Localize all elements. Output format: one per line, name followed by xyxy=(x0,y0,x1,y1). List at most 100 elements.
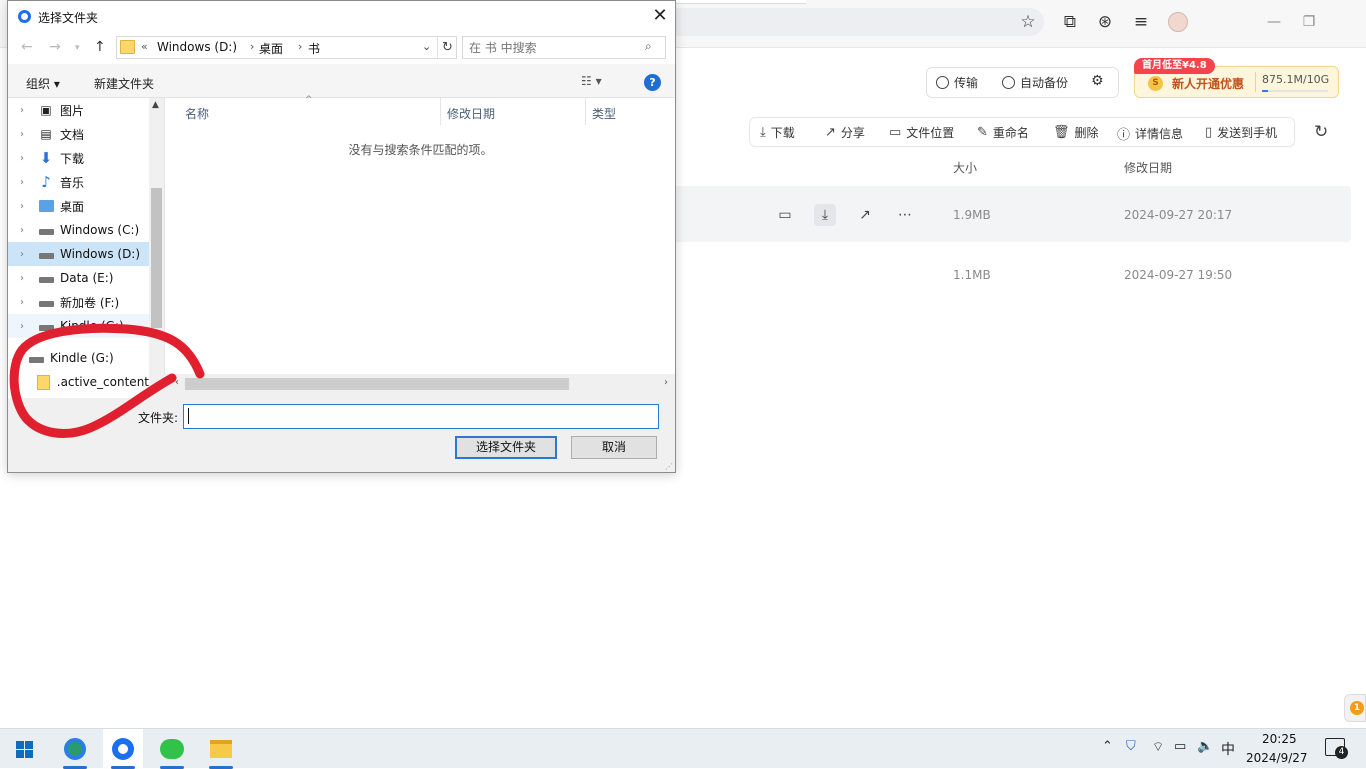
shield-icon[interactable]: ⛉ xyxy=(1126,739,1136,754)
delete-button[interactable]: 🗑 删除 xyxy=(1053,124,1099,141)
taskbar-wechat[interactable] xyxy=(152,729,192,769)
auto-backup-button[interactable]: 自动备份 xyxy=(1002,74,1068,91)
scrollbar-thumb[interactable] xyxy=(151,188,162,328)
column-modified[interactable]: 修改日期 xyxy=(1124,159,1172,176)
restore-icon[interactable]: ❐ xyxy=(1299,12,1319,32)
taskbar-baidu-netdisk[interactable] xyxy=(103,729,143,769)
transfer-button[interactable]: 传输 xyxy=(936,74,978,91)
chevron-right-icon[interactable]: › xyxy=(20,129,34,140)
tree-item-desktop[interactable]: › 桌面 xyxy=(8,194,149,218)
download-icon[interactable]: ⤓ xyxy=(814,204,836,226)
extensions-icon[interactable]: ⧉ xyxy=(1058,10,1082,34)
minimize-icon[interactable]: — xyxy=(1264,12,1284,32)
chevron-right-icon[interactable]: › xyxy=(20,273,34,284)
scroll-left-icon[interactable]: ‹ xyxy=(175,377,179,388)
file-location-button[interactable]: ▭ 文件位置 xyxy=(889,124,954,141)
download-button[interactable]: ⤓ 下载 xyxy=(760,124,795,141)
horizontal-scrollbar[interactable]: ‹ › xyxy=(173,376,675,392)
tree-item-kindle[interactable]: ⌄ Kindle (G:) xyxy=(8,346,149,370)
view-options-icon[interactable]: ☷ ▾ xyxy=(581,74,602,88)
chevron-right-icon[interactable]: › xyxy=(20,225,34,236)
tree-item-drive-f[interactable]: › 新加卷 (F:) xyxy=(8,290,149,314)
chevron-right-icon[interactable]: › xyxy=(20,153,34,164)
scroll-right-icon[interactable]: › xyxy=(664,377,668,388)
folder-name-input[interactable] xyxy=(183,404,659,429)
back-icon[interactable]: ← xyxy=(21,39,33,55)
column-modified[interactable]: 修改日期 xyxy=(441,98,586,125)
refresh-icon[interactable]: ↻ xyxy=(1314,122,1328,142)
taskbar-edge[interactable] xyxy=(55,729,95,769)
chevron-right-icon[interactable]: › xyxy=(20,105,34,116)
star-icon[interactable]: ☆ xyxy=(1016,10,1040,34)
send-to-phone-button[interactable]: ▯ 发送到手机 xyxy=(1205,124,1277,141)
chevron-right-icon[interactable]: › xyxy=(20,201,34,212)
wifi-icon[interactable]: ⌔ xyxy=(1152,739,1164,755)
column-type[interactable]: 类型 xyxy=(586,98,676,125)
tree-item-documents[interactable]: › ▤ 文档 xyxy=(8,122,149,146)
search-box[interactable]: ⌕ xyxy=(462,36,666,59)
taskbar-file-explorer[interactable] xyxy=(201,729,241,769)
breadcrumb-item[interactable]: 书 xyxy=(308,40,320,57)
forward-icon[interactable]: → xyxy=(49,39,61,55)
select-folder-button[interactable]: 选择文件夹 xyxy=(455,436,557,459)
share-icon[interactable]: ↗ xyxy=(854,204,876,226)
side-notification[interactable]: 1 xyxy=(1344,694,1366,722)
help-icon[interactable]: ? xyxy=(644,74,661,91)
up-icon[interactable]: ↑ xyxy=(94,39,106,55)
chevron-right-icon[interactable]: › xyxy=(20,321,34,332)
chevron-right-icon[interactable]: › xyxy=(250,40,254,53)
more-icon[interactable]: ⋯ xyxy=(894,204,916,226)
table-row[interactable] xyxy=(660,186,1351,242)
close-icon[interactable]: ✕ xyxy=(648,5,672,27)
column-size[interactable]: 大小 xyxy=(953,159,977,176)
tree-item-downloads[interactable]: › ⬇ 下载 xyxy=(8,146,149,170)
scrollbar-thumb[interactable] xyxy=(185,378,569,390)
breadcrumb-overflow[interactable]: « xyxy=(141,40,148,53)
recent-locations-icon[interactable]: ▾ xyxy=(75,43,80,53)
menu-icon[interactable]: ≡ xyxy=(1129,10,1153,34)
chevron-up-icon[interactable]: ⌃ xyxy=(1102,739,1113,754)
ime-indicator[interactable]: 中 xyxy=(1221,739,1235,759)
clock-time[interactable]: 20:25 xyxy=(1262,732,1297,746)
resize-grip-icon[interactable]: ⋰ xyxy=(665,462,673,471)
organize-button[interactable]: 组织 ▾ xyxy=(26,75,60,92)
new-folder-button[interactable]: 新建文件夹 xyxy=(94,75,154,92)
tree-item-drive-c[interactable]: › Windows (C:) xyxy=(8,218,149,242)
dialog-titlebar[interactable]: 选择文件夹 ✕ xyxy=(8,1,675,32)
tree-scrollbar[interactable]: ▲ xyxy=(149,98,164,398)
browser-tab[interactable] xyxy=(660,0,806,4)
chevron-right-icon[interactable]: › xyxy=(298,40,302,53)
volume-icon[interactable]: 🔈 xyxy=(1197,739,1213,754)
address-bar[interactable] xyxy=(640,8,1044,36)
rename-button[interactable]: ✎ 重命名 xyxy=(977,124,1029,141)
promo-text[interactable]: 新人开通优惠 xyxy=(1172,75,1244,92)
breadcrumb-item[interactable]: Windows (D:) xyxy=(157,40,237,54)
clock-date[interactable]: 2024/9/27 xyxy=(1246,751,1308,765)
tree-item-music[interactable]: › ♪ 音乐 xyxy=(8,170,149,194)
tree-item-drive-e[interactable]: › Data (E:) xyxy=(8,266,149,290)
column-name[interactable]: ^ 名称 xyxy=(165,95,441,125)
settings-icon[interactable]: ⚙ xyxy=(1091,73,1104,89)
tree-item-pictures[interactable]: › ▣ 图片 xyxy=(8,98,149,122)
chevron-down-icon[interactable]: ⌄ xyxy=(10,353,24,364)
notification-icon[interactable]: 4 xyxy=(1325,738,1348,759)
scroll-up-icon[interactable]: ▲ xyxy=(152,100,159,110)
details-button[interactable]: ⓘ 详情信息 xyxy=(1117,124,1183,143)
avatar[interactable] xyxy=(1168,12,1188,32)
chevron-down-icon[interactable]: ⌄ xyxy=(422,40,431,53)
cancel-button[interactable]: 取消 xyxy=(571,436,657,459)
tree-item-drive-g[interactable]: › Kindle (G:) xyxy=(8,314,149,338)
chevron-right-icon[interactable]: › xyxy=(20,297,34,308)
address-breadcrumb[interactable]: « Windows (D:) › 桌面 › 书 ⌄ ↻ xyxy=(116,36,457,59)
breadcrumb-item[interactable]: 桌面 xyxy=(259,40,283,57)
share-button[interactable]: ↗ 分享 xyxy=(825,124,865,141)
search-input[interactable] xyxy=(469,39,639,56)
start-button[interactable] xyxy=(4,729,44,769)
chevron-right-icon[interactable]: › xyxy=(20,177,34,188)
download-icon[interactable]: ⊛ xyxy=(1093,10,1117,34)
tree-item-active-content[interactable]: .active_content xyxy=(8,370,149,394)
tree-item-drive-d[interactable]: › Windows (D:) xyxy=(8,242,149,266)
refresh-icon[interactable]: ↻ xyxy=(437,37,457,58)
chevron-right-icon[interactable]: › xyxy=(20,249,34,260)
folder-location-icon[interactable]: ▭ xyxy=(774,204,796,226)
